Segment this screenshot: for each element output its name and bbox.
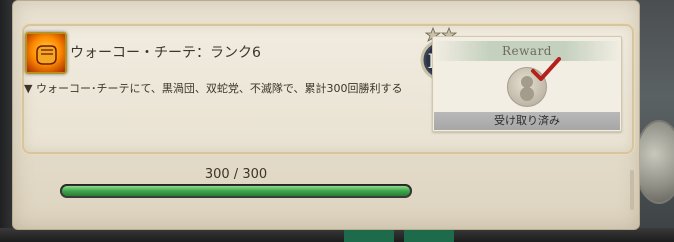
check-icon xyxy=(531,57,561,81)
progress-fill xyxy=(62,186,410,196)
achievement-title: ウォーコー・チーテ：ランク6 xyxy=(70,45,261,61)
progress-text: 300 / 300 xyxy=(204,167,268,182)
achievement-description: ▼ ウォーコー･チーテにて、黒渦団、双蛇党、不滅隊で、累計300回勝利する xyxy=(24,82,403,95)
fist-icon xyxy=(25,32,67,74)
progress-bar xyxy=(60,184,412,198)
bottom-tab[interactable] xyxy=(344,228,394,242)
fist-glyph xyxy=(36,45,57,65)
bottom-tab[interactable] xyxy=(404,228,454,242)
scrollbar[interactable] xyxy=(630,170,634,210)
reward-header: Reward xyxy=(433,41,621,61)
claimed-status: 受け取り済み xyxy=(434,112,620,130)
bottom-strip xyxy=(0,228,674,242)
